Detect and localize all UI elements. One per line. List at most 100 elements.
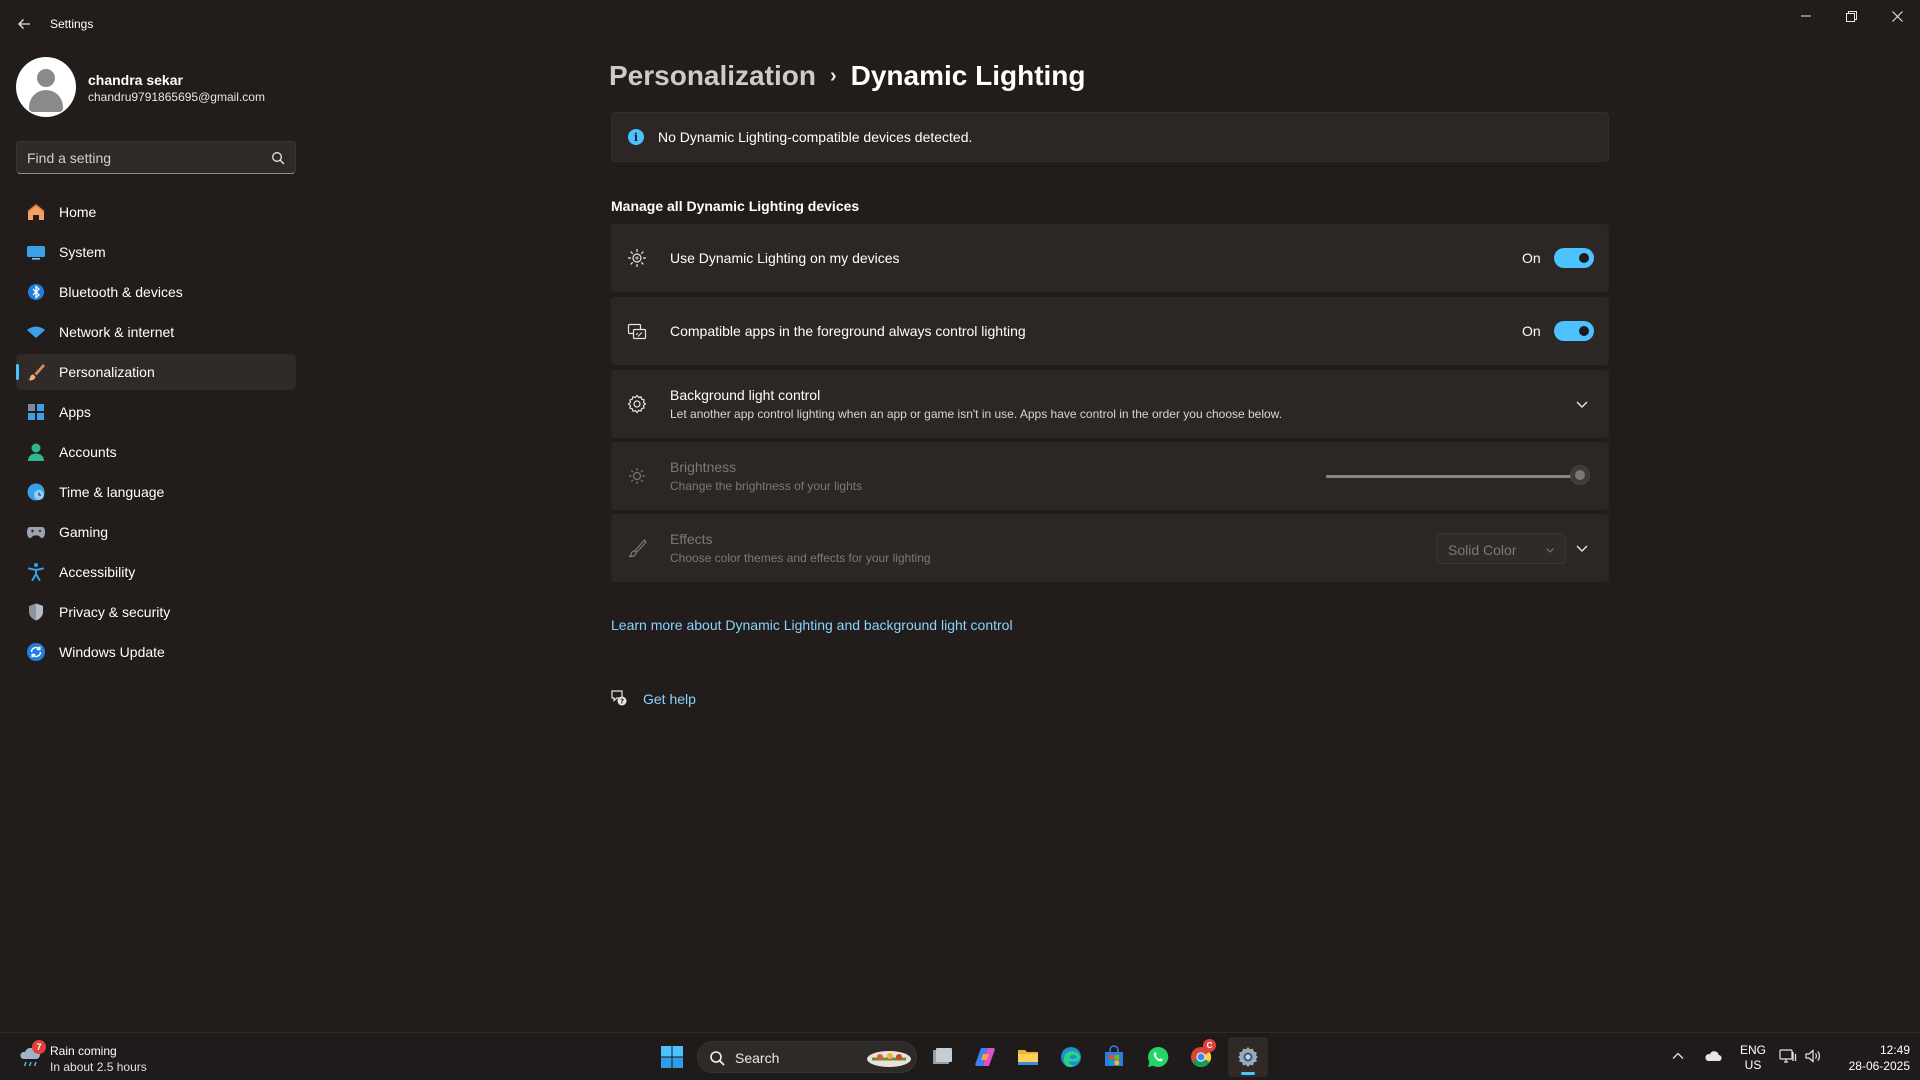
chevron-down-icon[interactable] [1574,396,1590,412]
copilot-button[interactable] [965,1037,1005,1077]
brightness-row: Brightness Change the brightness of your… [611,442,1609,510]
close-button[interactable] [1874,0,1920,32]
brush-icon [26,362,46,382]
minimize-icon [1801,15,1811,17]
apps-icon [26,402,46,422]
sidebar-item-label: Network & internet [59,324,175,340]
refresh-icon [26,642,46,662]
breadcrumb-parent[interactable]: Personalization [609,60,816,92]
back-button[interactable] [10,10,38,38]
search-highlight-art-icon [867,1051,911,1067]
task-view-button[interactable] [922,1037,962,1077]
search-icon[interactable] [271,151,285,165]
app-title: Settings [50,17,94,31]
gear-icon [627,394,647,414]
settings-icon [1238,1047,1258,1067]
avatar-body [29,90,63,112]
sidebar-item-label: Time & language [59,484,165,500]
svg-text:?: ? [620,698,624,706]
toggle-knob [1579,326,1589,336]
sidebar-item-label: Home [59,204,97,220]
effects-label: Effects [670,531,713,547]
sidebar-item-privacy[interactable]: Privacy & security [16,594,296,630]
user-profile[interactable]: chandra sekar chandru9791865695@gmail.co… [16,57,296,119]
globe-clock-icon [26,482,46,502]
clock-time: 12:49 [1879,1043,1910,1057]
file-explorer-button[interactable] [1008,1037,1048,1077]
cloud-icon [1705,1051,1722,1062]
settings-taskbar-button[interactable] [1228,1037,1268,1077]
background-light-control-row[interactable]: Background light control Let another app… [611,370,1609,438]
toggle-state-label: On [1522,250,1541,266]
restore-button[interactable] [1828,0,1874,32]
sidebar-item-windows-update[interactable]: Windows Update [16,634,296,670]
store-icon [1105,1045,1123,1066]
chevron-down-icon[interactable] [1574,540,1590,556]
accessibility-icon [26,562,46,582]
page-title: Dynamic Lighting [850,60,1086,91]
sidebar-item-accounts[interactable]: Accounts [16,434,296,470]
edge-button[interactable] [1051,1037,1091,1077]
bluetooth-icon [26,282,46,302]
language-code: ENG [1739,1043,1766,1057]
network-icon [1779,1049,1797,1063]
home-icon [26,202,46,222]
copilot-icon [975,1048,995,1066]
chevron-right-icon: › [829,64,837,87]
whatsapp-button[interactable] [1138,1037,1178,1077]
network-status-button[interactable] [1779,1043,1797,1067]
minimize-button[interactable] [1783,0,1829,32]
sidebar-item-gaming[interactable]: Gaming [16,514,296,550]
sidebar-item-personalization[interactable]: Personalization [16,354,296,390]
store-button[interactable] [1094,1037,1134,1077]
onedrive-button[interactable] [1704,1043,1722,1066]
volume-icon [1805,1049,1820,1063]
chevron-down-icon [1546,548,1554,553]
brightness-slider-thumb[interactable] [1570,465,1590,485]
avatar-head [37,69,55,87]
learn-more-link[interactable]: Learn more about Dynamic Lighting and ba… [611,617,1013,633]
sidebar-item-accessibility[interactable]: Accessibility [16,554,296,590]
clock[interactable]: 12:49 28-06-2025 [1828,1042,1910,1074]
taskbar-search[interactable]: Search [697,1041,917,1073]
sidebar-item-time-language[interactable]: Time & language [16,474,296,510]
brush-icon [628,539,647,558]
background-light-control-desc: Let another app control lighting when an… [670,407,1283,421]
person-icon [26,442,46,462]
wifi-icon [26,322,46,342]
sidebar-item-home[interactable]: Home [16,194,296,230]
brightness-desc: Change the brightness of your lights [670,479,863,493]
sidebar-item-label: Accessibility [59,564,136,580]
info-bar: i No Dynamic Lighting-compatible devices… [611,112,1609,162]
volume-button[interactable] [1804,1043,1822,1067]
toggle-state-label: On [1522,323,1541,339]
start-button[interactable] [652,1037,692,1077]
sidebar-item-network[interactable]: Network & internet [16,314,296,350]
use-dynamic-lighting-label: Use Dynamic Lighting on my devices [670,250,900,266]
input-language-button[interactable]: ENG US [1738,1043,1768,1073]
show-hidden-icons-button[interactable] [1671,1043,1685,1066]
sidebar-item-system[interactable]: System [16,234,296,270]
foreground-apps-toggle[interactable] [1554,321,1594,341]
user-email: chandru9791865695@gmail.com [88,90,265,104]
effects-row: Effects Choose color themes and effects … [611,514,1609,582]
sidebar-item-bluetooth[interactable]: Bluetooth & devices [16,274,296,310]
brightness-slider-fill [1326,475,1580,478]
chevron-up-icon [1672,1052,1684,1059]
file-explorer-icon [1018,1050,1038,1065]
effects-dropdown-value: Solid Color [1448,542,1517,558]
edge-icon [1061,1047,1081,1067]
chrome-notification-badge: C [1203,1039,1216,1052]
sidebar-item-label: Accounts [59,444,117,460]
use-dynamic-lighting-toggle[interactable] [1554,248,1594,268]
get-help-link[interactable]: Get help [643,691,696,707]
taskbar: 7 Rain coming In about 2.5 hours Search … [0,1032,1920,1080]
sidebar-item-apps[interactable]: Apps [16,394,296,430]
search-input[interactable] [27,142,257,173]
chrome-button[interactable]: C [1181,1037,1221,1077]
settings-search-box[interactable] [16,141,296,174]
monitor-icon [26,242,46,262]
effects-dropdown[interactable]: Solid Color [1436,533,1566,564]
background-light-control-label: Background light control [670,387,821,403]
brightness-label: Brightness [670,459,737,475]
